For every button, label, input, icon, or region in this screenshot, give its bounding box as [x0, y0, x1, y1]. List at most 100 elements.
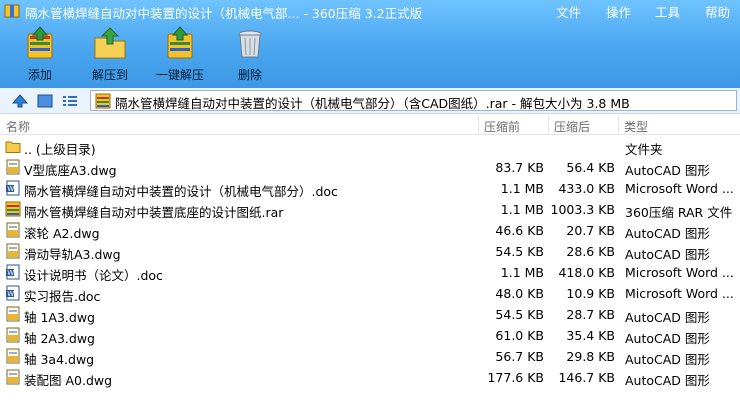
rar-archive-icon — [95, 93, 111, 109]
one-click-extract-button[interactable]: 一键解压 — [150, 26, 210, 83]
title-bar: 隔水管横焊缝自动对中装置的设计（机械电气部... - 360压缩 3.2正式版 … — [0, 0, 740, 22]
up-arrow-icon[interactable] — [12, 93, 28, 109]
file-type: AutoCAD 图形 — [625, 331, 710, 346]
file-size: 35.4 KB — [566, 328, 615, 343]
dwg-icon — [6, 348, 20, 364]
dwg-icon — [6, 243, 20, 259]
file-size: 1003.3 KB — [550, 202, 615, 217]
table-row[interactable]: W 隔水管横焊缝自动对中装置的设计（机械电气部分）.doc 1.1 MB 433… — [0, 178, 740, 199]
one-click-extract-icon — [167, 26, 193, 59]
svg-text:W: W — [7, 290, 14, 298]
menu-help[interactable]: 帮助 — [705, 2, 730, 21]
file-name: 装配图 A0.dwg — [24, 373, 113, 388]
file-packed-size: 56.7 KB — [495, 349, 544, 364]
file-size: 28.7 KB — [566, 307, 615, 322]
file-name: 设计说明书（论文）.doc — [24, 268, 163, 283]
file-name: .. (上级目录) — [24, 142, 96, 157]
table-row[interactable]: 滚轮 A2.dwg 46.6 KB 20.7 KB AutoCAD 图形 — [0, 220, 740, 241]
header-packed[interactable]: 压缩前 — [484, 118, 520, 135]
table-row[interactable]: 滑动导轨A3.dwg 54.5 KB 28.6 KB AutoCAD 图形 — [0, 241, 740, 262]
trash-icon — [238, 30, 262, 58]
file-type: Microsoft Word ... — [625, 181, 734, 196]
extract-to-label: 解压到 — [91, 68, 128, 82]
dwg-icon — [6, 306, 20, 322]
table-row[interactable]: .. (上级目录) 文件夹 — [0, 136, 740, 157]
table-row[interactable]: 装配图 A0.dwg 177.6 KB 146.7 KB AutoCAD 图形 — [0, 367, 740, 388]
dwg-icon — [6, 327, 20, 343]
file-type: AutoCAD 图形 — [625, 163, 710, 178]
add-button[interactable]: 添加 — [10, 26, 70, 83]
header-divider[interactable] — [478, 115, 479, 135]
header-name[interactable]: 名称 — [6, 118, 30, 135]
extract-folder-icon — [94, 27, 126, 59]
table-row[interactable]: 轴 3a4.dwg 56.7 KB 29.8 KB AutoCAD 图形 — [0, 346, 740, 367]
menu-tools[interactable]: 工具 — [655, 2, 680, 21]
file-size: 433.0 KB — [558, 181, 615, 196]
file-packed-size: 54.5 KB — [495, 244, 544, 259]
file-name: 轴 1A3.dwg — [24, 310, 95, 325]
address-path: 隔水管横焊缝自动对中装置的设计（机械电气部分）（含CAD图纸）.rar - 解包… — [115, 96, 630, 111]
table-row[interactable]: 隔水管横焊缝自动对中装置底座的设计图纸.rar 1.1 MB 1003.3 KB… — [0, 199, 740, 220]
menu-file[interactable]: 文件 — [556, 2, 581, 21]
folder-icon — [5, 141, 21, 153]
file-type: AutoCAD 图形 — [625, 352, 710, 367]
dwg-icon — [6, 222, 20, 238]
window-title: 隔水管横焊缝自动对中装置的设计（机械电气部... - 360压缩 3.2正式版 — [25, 6, 423, 21]
file-type: AutoCAD 图形 — [625, 247, 710, 262]
file-type: 文件夹 — [625, 142, 663, 157]
file-packed-size: 48.0 KB — [495, 286, 544, 301]
header-size[interactable]: 压缩后 — [554, 118, 590, 135]
add-archive-icon — [27, 26, 53, 59]
word-icon: W — [6, 264, 20, 280]
file-name: 轴 3a4.dwg — [24, 352, 95, 367]
column-header: 名称 压缩前 压缩后 类型 — [0, 115, 740, 135]
header-divider[interactable] — [548, 115, 549, 135]
address-bar: 隔水管横焊缝自动对中装置的设计（机械电气部分）（含CAD图纸）.rar - 解包… — [0, 88, 740, 114]
file-packed-size: 46.6 KB — [495, 223, 544, 238]
large-icon-view-icon[interactable] — [37, 93, 53, 109]
header-divider[interactable] — [618, 115, 619, 135]
file-packed-size: 177.6 KB — [487, 370, 544, 385]
file-name: 实习报告.doc — [24, 289, 101, 304]
delete-label: 删除 — [237, 68, 262, 82]
file-packed-size: 1.1 MB — [500, 181, 544, 196]
file-name: 隔水管横焊缝自动对中装置底座的设计图纸.rar — [24, 205, 284, 220]
one-click-extract-label: 一键解压 — [155, 68, 204, 82]
file-size: 20.7 KB — [566, 223, 615, 238]
delete-button[interactable]: 删除 — [220, 26, 280, 83]
address-field[interactable]: 隔水管横焊缝自动对中装置的设计（机械电气部分）（含CAD图纸）.rar - 解包… — [90, 90, 737, 111]
file-packed-size: 1.1 MB — [500, 265, 544, 280]
word-icon: W — [6, 180, 20, 196]
file-size: 56.4 KB — [566, 160, 615, 175]
header-type[interactable]: 类型 — [624, 118, 648, 135]
top-panel: 隔水管横焊缝自动对中装置的设计（机械电气部... - 360压缩 3.2正式版 … — [0, 0, 740, 88]
file-type: AutoCAD 图形 — [625, 226, 710, 241]
word-icon: W — [6, 285, 20, 301]
file-name: 轴 2A3.dwg — [24, 331, 95, 346]
rar-icon — [5, 201, 21, 217]
add-label: 添加 — [27, 68, 52, 82]
file-packed-size: 61.0 KB — [495, 328, 544, 343]
table-row[interactable]: 轴 2A3.dwg 61.0 KB 35.4 KB AutoCAD 图形 — [0, 325, 740, 346]
extract-to-button[interactable]: 解压到 — [80, 26, 140, 83]
table-row[interactable]: V型底座A3.dwg 83.7 KB 56.4 KB AutoCAD 图形 — [0, 157, 740, 178]
table-row[interactable]: 轴 1A3.dwg 54.5 KB 28.7 KB AutoCAD 图形 — [0, 304, 740, 325]
svg-text:W: W — [7, 185, 14, 193]
table-row[interactable]: W 设计说明书（论文）.doc 1.1 MB 418.0 KB Microsof… — [0, 262, 740, 283]
file-size: 146.7 KB — [558, 370, 615, 385]
file-packed-size: 83.7 KB — [495, 160, 544, 175]
file-type: Microsoft Word ... — [625, 265, 734, 280]
file-name: 滑动导轨A3.dwg — [24, 247, 121, 262]
file-size: 10.9 KB — [566, 286, 615, 301]
file-type: Microsoft Word ... — [625, 286, 734, 301]
file-type: AutoCAD 图形 — [625, 373, 710, 388]
file-size: 28.6 KB — [566, 244, 615, 259]
file-name: 滚轮 A2.dwg — [24, 226, 100, 241]
file-size: 29.8 KB — [566, 349, 615, 364]
file-packed-size: 1.1 MB — [500, 202, 544, 217]
app-icon — [4, 4, 20, 18]
list-view-icon[interactable] — [62, 93, 78, 109]
table-row[interactable]: W 实习报告.doc 48.0 KB 10.9 KB Microsoft Wor… — [0, 283, 740, 304]
menu-operate[interactable]: 操作 — [606, 2, 631, 21]
file-name: V型底座A3.dwg — [24, 163, 117, 178]
